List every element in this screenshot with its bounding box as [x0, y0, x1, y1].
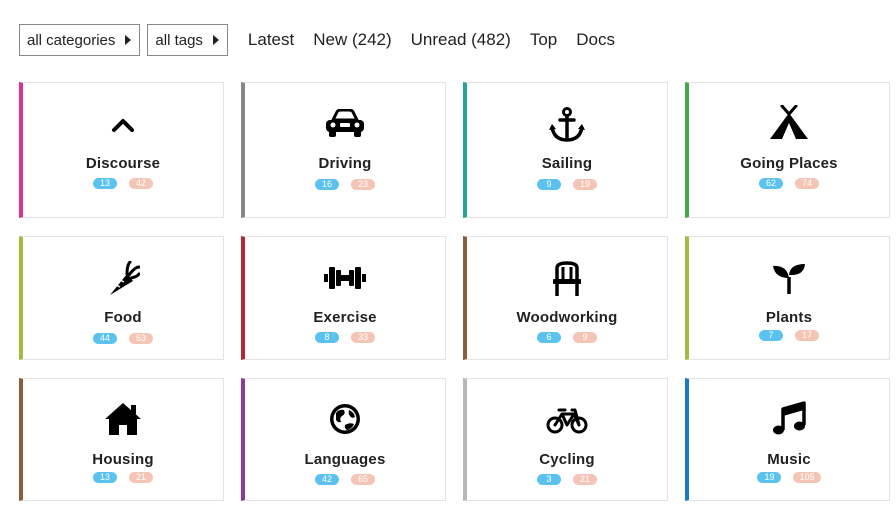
category-name: Discourse	[85, 155, 161, 172]
category-badges: 13 21	[23, 472, 223, 483]
carrot-icon	[106, 261, 140, 297]
category-badges: 9 19	[467, 179, 667, 190]
nav-top-link[interactable]: Top	[530, 30, 557, 50]
caret-right-icon	[212, 35, 219, 45]
tags-dropdown-label: all tags	[155, 31, 203, 49]
category-badges: 42 65	[245, 474, 445, 485]
category-badges: 3 21	[467, 474, 667, 485]
category-badges: 7 17	[689, 330, 889, 341]
nav-docs-link[interactable]: Docs	[576, 30, 615, 50]
category-badges: 19 105	[689, 472, 889, 483]
category-card-food[interactable]: Food 44 53	[19, 236, 224, 360]
new-count-badge[interactable]: 42	[315, 474, 339, 485]
category-name: Housing	[92, 451, 154, 468]
category-name: Sailing	[541, 155, 593, 172]
category-name: Woodworking	[516, 309, 618, 326]
music-icon	[772, 401, 806, 437]
categories-dropdown-label: all categories	[27, 31, 116, 49]
category-name: Food	[104, 309, 142, 326]
dumbbell-icon	[324, 263, 366, 293]
globe-icon	[327, 401, 363, 437]
new-count-badge[interactable]: 8	[315, 332, 339, 343]
category-card-exercise[interactable]: Exercise 8 33	[241, 236, 446, 360]
unread-count-badge[interactable]: 21	[129, 472, 153, 483]
chair-icon	[551, 261, 583, 297]
unread-count-badge[interactable]: 17	[795, 330, 819, 341]
tent-icon	[768, 105, 810, 141]
anchor-icon	[548, 107, 586, 143]
unread-count-badge[interactable]: 33	[351, 332, 375, 343]
category-name: Plants	[765, 309, 813, 326]
category-card-music[interactable]: Music 19 105	[685, 378, 890, 501]
categories-dropdown[interactable]: all categories	[19, 24, 141, 56]
category-card-plants[interactable]: Plants 7 17	[685, 236, 890, 360]
category-card-cycling[interactable]: Cycling 3 21	[463, 378, 668, 501]
tags-dropdown[interactable]: all tags	[147, 24, 228, 56]
category-card-housing[interactable]: Housing 13 21	[19, 378, 224, 501]
category-name: Music	[767, 451, 811, 468]
unread-count-badge[interactable]: 21	[573, 474, 597, 485]
nav-unread-link[interactable]: Unread (482)	[411, 30, 511, 50]
nav-latest-link[interactable]: Latest	[248, 30, 294, 50]
nav-new-link[interactable]: New (242)	[313, 30, 391, 50]
category-name: Languages	[304, 451, 386, 468]
new-count-badge[interactable]: 19	[757, 472, 782, 483]
unread-count-badge[interactable]: 23	[351, 179, 375, 190]
caret-right-icon	[125, 35, 132, 45]
house-icon	[104, 401, 142, 437]
category-card-languages[interactable]: Languages 42 65	[241, 378, 446, 501]
unread-count-badge[interactable]: 53	[129, 333, 153, 344]
new-count-badge[interactable]: 62	[759, 178, 783, 189]
new-count-badge[interactable]: 3	[537, 474, 561, 485]
seedling-icon	[772, 263, 806, 295]
category-badges: 44 53	[23, 333, 223, 344]
unread-count-badge[interactable]: 65	[351, 474, 375, 485]
car-icon	[324, 109, 366, 139]
bicycle-icon	[546, 407, 588, 435]
new-count-badge[interactable]: 7	[759, 330, 783, 341]
category-name: Driving	[318, 155, 372, 172]
category-name: Cycling	[539, 451, 595, 468]
new-count-badge[interactable]: 9	[537, 179, 561, 190]
category-card-discourse[interactable]: Discourse 13 42	[19, 82, 224, 218]
category-card-driving[interactable]: Driving 16 23	[241, 82, 446, 218]
category-badges: 62 74	[689, 178, 889, 189]
category-badges: 13 42	[23, 178, 223, 189]
chevron-up-icon	[111, 115, 135, 135]
new-count-badge[interactable]: 44	[93, 333, 117, 344]
navigation-bar: all categories all tags Latest New (242)…	[19, 23, 634, 57]
category-badges: 8 33	[245, 332, 445, 343]
category-card-sailing[interactable]: Sailing 9 19	[463, 82, 668, 218]
unread-count-badge[interactable]: 19	[573, 179, 597, 190]
new-count-badge[interactable]: 6	[537, 332, 561, 343]
new-count-badge[interactable]: 16	[315, 179, 339, 190]
unread-count-badge[interactable]: 42	[129, 178, 153, 189]
category-badges: 6 9	[467, 332, 667, 343]
category-name: Going Places	[740, 155, 838, 172]
category-card-going-places[interactable]: Going Places 62 74	[685, 82, 890, 218]
unread-count-badge[interactable]: 105	[793, 472, 821, 483]
new-count-badge[interactable]: 13	[93, 178, 117, 189]
category-card-woodworking[interactable]: Woodworking 6 9	[463, 236, 668, 360]
new-count-badge[interactable]: 13	[93, 472, 117, 483]
category-name: Exercise	[313, 309, 377, 326]
unread-count-badge[interactable]: 74	[795, 178, 819, 189]
category-badges: 16 23	[245, 179, 445, 190]
unread-count-badge[interactable]: 9	[573, 332, 597, 343]
